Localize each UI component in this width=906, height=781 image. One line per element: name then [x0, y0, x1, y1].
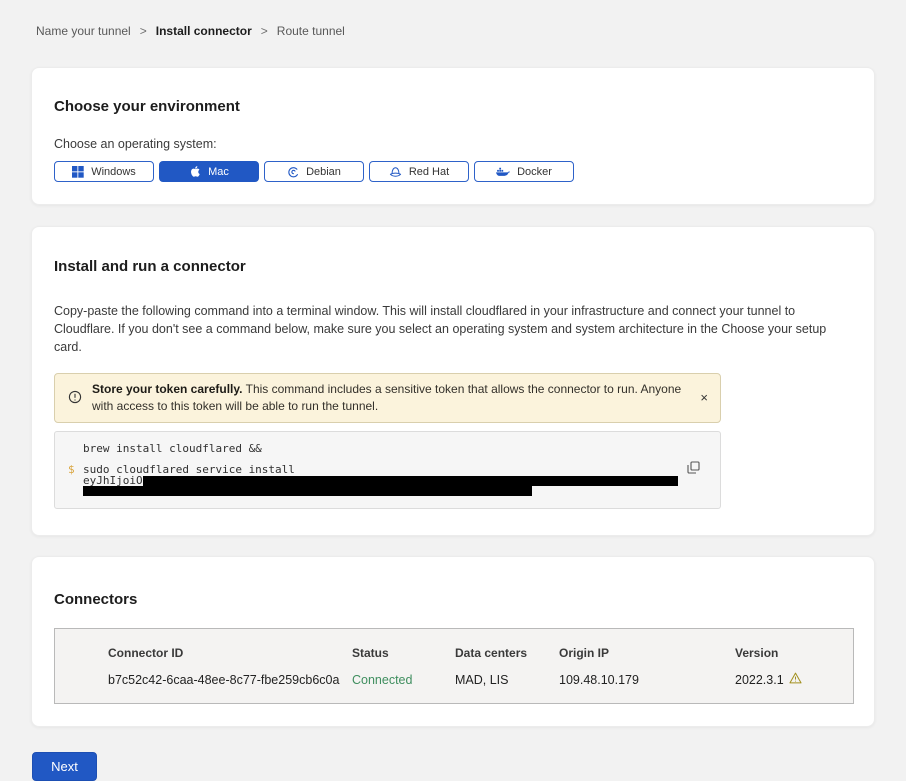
- install-card-title: Install and run a connector: [54, 259, 852, 274]
- next-button[interactable]: Next: [32, 752, 97, 781]
- header-version: Version: [735, 646, 853, 660]
- cell-data-centers: MAD, LIS: [455, 673, 559, 687]
- install-command-block: brew install cloudflared && $ sudo cloud…: [54, 431, 721, 509]
- table-header-row: Connector ID Status Data centers Origin …: [108, 646, 853, 660]
- install-connector-card: Install and run a connector Copy-paste t…: [31, 226, 875, 536]
- cell-origin-ip: 109.48.10.179: [559, 673, 735, 687]
- breadcrumb: Name your tunnel > Install connector > R…: [0, 0, 906, 38]
- windows-icon: [72, 166, 84, 178]
- tunnel-setup-page: Name your tunnel > Install connector > R…: [0, 0, 906, 781]
- debian-icon: [287, 166, 299, 178]
- connectors-card: Connectors Connector ID Status Data cent…: [31, 556, 875, 727]
- redhat-icon: [389, 166, 402, 178]
- banner-bold-text: Store your token carefully.: [92, 382, 243, 396]
- os-button-group: Windows Mac Debian Red Hat: [54, 161, 852, 182]
- header-status: Status: [352, 646, 455, 660]
- os-button-docker[interactable]: Docker: [474, 161, 574, 182]
- redacted-token-bar: [143, 476, 678, 486]
- apple-icon: [189, 165, 201, 178]
- command-line-brew: brew install cloudflared &&: [83, 443, 696, 454]
- os-button-label: Red Hat: [409, 166, 449, 178]
- docker-icon: [496, 166, 510, 177]
- command-line-sudo: sudo cloudflared service install: [83, 464, 696, 475]
- breadcrumb-step-route-tunnel[interactable]: Route tunnel: [277, 24, 345, 38]
- copy-icon[interactable]: [687, 461, 700, 477]
- status-badge: Connected: [352, 673, 455, 687]
- choose-environment-card: Choose your environment Choose an operat…: [31, 67, 875, 205]
- header-connector-id: Connector ID: [108, 646, 352, 660]
- os-button-redhat[interactable]: Red Hat: [369, 161, 469, 182]
- version-value: 2022.3.1: [735, 673, 784, 687]
- breadcrumb-step-name-your-tunnel[interactable]: Name your tunnel: [36, 24, 131, 38]
- connectors-table: Connector ID Status Data centers Origin …: [54, 628, 854, 704]
- os-button-windows[interactable]: Windows: [54, 161, 154, 182]
- table-row: b7c52c42-6caa-48ee-8c77-fbe259cb6c0a Con…: [108, 672, 853, 687]
- os-select-label: Choose an operating system:: [54, 137, 852, 151]
- cell-version: 2022.3.1: [735, 672, 853, 687]
- info-icon: [68, 390, 82, 409]
- environment-card-title: Choose your environment: [54, 99, 852, 114]
- os-button-label: Docker: [517, 166, 552, 178]
- token-line: eyJhIjoiO: [83, 475, 696, 486]
- warning-icon: [789, 672, 802, 687]
- token-warning-banner: Store your token carefully. This command…: [54, 373, 721, 423]
- os-button-debian[interactable]: Debian: [264, 161, 364, 182]
- shell-prompt: $: [68, 464, 75, 475]
- breadcrumb-separator: >: [140, 24, 147, 38]
- os-button-mac[interactable]: Mac: [159, 161, 259, 182]
- token-prefix: eyJhIjoiO: [83, 475, 143, 486]
- os-button-label: Debian: [306, 166, 341, 178]
- cell-connector-id: b7c52c42-6caa-48ee-8c77-fbe259cb6c0a: [108, 673, 352, 687]
- install-description: Copy-paste the following command into a …: [54, 302, 852, 356]
- header-origin-ip: Origin IP: [559, 646, 735, 660]
- os-button-label: Windows: [91, 166, 136, 178]
- redacted-token-bar: [83, 486, 532, 496]
- breadcrumb-step-install-connector[interactable]: Install connector: [156, 24, 252, 38]
- breadcrumb-separator: >: [261, 24, 268, 38]
- header-data-centers: Data centers: [455, 646, 559, 660]
- close-icon[interactable]: ×: [700, 391, 708, 404]
- banner-text: Store your token carefully. This command…: [92, 381, 690, 415]
- connectors-card-title: Connectors: [54, 592, 852, 607]
- os-button-label: Mac: [208, 166, 229, 178]
